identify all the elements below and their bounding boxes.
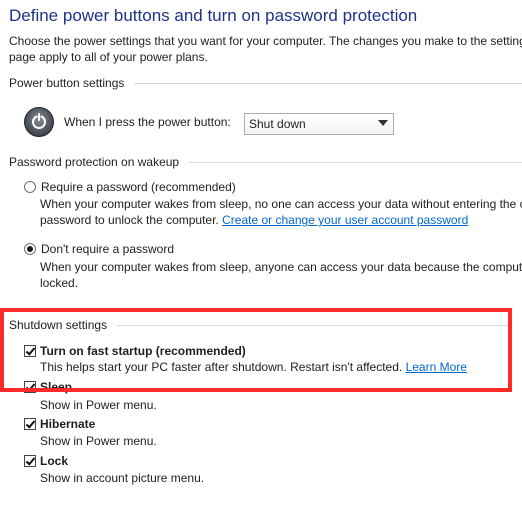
dont-require-password-desc-line-1: When your computer wakes from sleep, any… xyxy=(40,260,522,274)
dont-require-password-desc-line-2: locked. xyxy=(40,276,79,290)
require-password-desc-prefix: password to unlock the computer. xyxy=(40,213,223,227)
section-password-protection: Password protection on wakeup xyxy=(9,155,522,169)
section-label-power-button: Power button settings xyxy=(9,76,125,90)
section-shutdown-settings: Shutdown settings xyxy=(9,318,508,332)
checkbox-fast-startup[interactable] xyxy=(24,345,36,357)
checkbox-lock-row[interactable]: Lock xyxy=(24,454,68,468)
section-label-password-protection: Password protection on wakeup xyxy=(9,155,180,169)
section-divider xyxy=(189,161,522,163)
section-label-shutdown: Shutdown settings xyxy=(9,318,108,332)
create-password-link[interactable]: Create or change your user account passw… xyxy=(222,213,468,227)
fast-startup-description: This helps start your PC faster after sh… xyxy=(40,360,467,374)
radio-require-password-label[interactable]: Require a password (recommended) xyxy=(41,180,236,194)
checkbox-lock[interactable] xyxy=(24,455,36,467)
learn-more-link[interactable]: Learn More xyxy=(406,360,467,374)
page-title: Define power buttons and turn on passwor… xyxy=(9,6,418,25)
intro-line-1: Choose the power settings that you want … xyxy=(9,34,522,48)
require-password-desc-line-2: password to unlock the computer. Create … xyxy=(40,212,522,228)
dont-require-password-description: When your computer wakes from sleep, any… xyxy=(40,259,522,291)
radio-require-password[interactable]: Require a password (recommended) xyxy=(24,180,236,194)
require-password-desc-line-1: When your computer wakes from sleep, no … xyxy=(40,197,522,211)
power-button-action-select[interactable]: Shut down xyxy=(244,113,394,135)
power-button-action-value: Shut down xyxy=(249,117,306,131)
section-divider xyxy=(117,324,508,326)
intro-line-2: page apply to all of your power plans. xyxy=(9,50,208,64)
checkbox-hibernate[interactable] xyxy=(24,418,36,430)
radio-require-password-button[interactable] xyxy=(24,181,36,193)
sleep-description: Show in Power menu. xyxy=(40,398,157,412)
chevron-down-icon[interactable] xyxy=(378,120,388,126)
lock-description: Show in account picture menu. xyxy=(40,471,205,485)
hibernate-label[interactable]: Hibernate xyxy=(40,417,95,431)
radio-dont-require-password[interactable]: Don't require a password xyxy=(24,242,174,256)
checkbox-fast-startup-row[interactable]: Turn on fast startup (recommended) xyxy=(24,344,246,358)
fast-startup-desc-text: This helps start your PC faster after sh… xyxy=(40,360,406,374)
require-password-description: When your computer wakes from sleep, no … xyxy=(40,196,522,228)
checkbox-hibernate-row[interactable]: Hibernate xyxy=(24,417,95,431)
sleep-label[interactable]: Sleep xyxy=(40,380,72,394)
hibernate-description: Show in Power menu. xyxy=(40,434,157,448)
intro-text: Choose the power settings that you want … xyxy=(9,33,522,65)
checkbox-sleep-row[interactable]: Sleep xyxy=(24,380,72,394)
power-icon xyxy=(24,107,54,137)
power-button-row: When I press the power button: xyxy=(24,107,231,137)
checkbox-sleep[interactable] xyxy=(24,381,36,393)
section-divider xyxy=(134,82,522,84)
section-power-button-settings: Power button settings xyxy=(9,76,522,90)
radio-dont-require-password-button[interactable] xyxy=(24,243,36,255)
power-button-prompt: When I press the power button: xyxy=(64,115,231,129)
fast-startup-label[interactable]: Turn on fast startup (recommended) xyxy=(40,344,246,358)
lock-label[interactable]: Lock xyxy=(40,454,68,468)
radio-dont-require-password-label[interactable]: Don't require a password xyxy=(41,242,174,256)
